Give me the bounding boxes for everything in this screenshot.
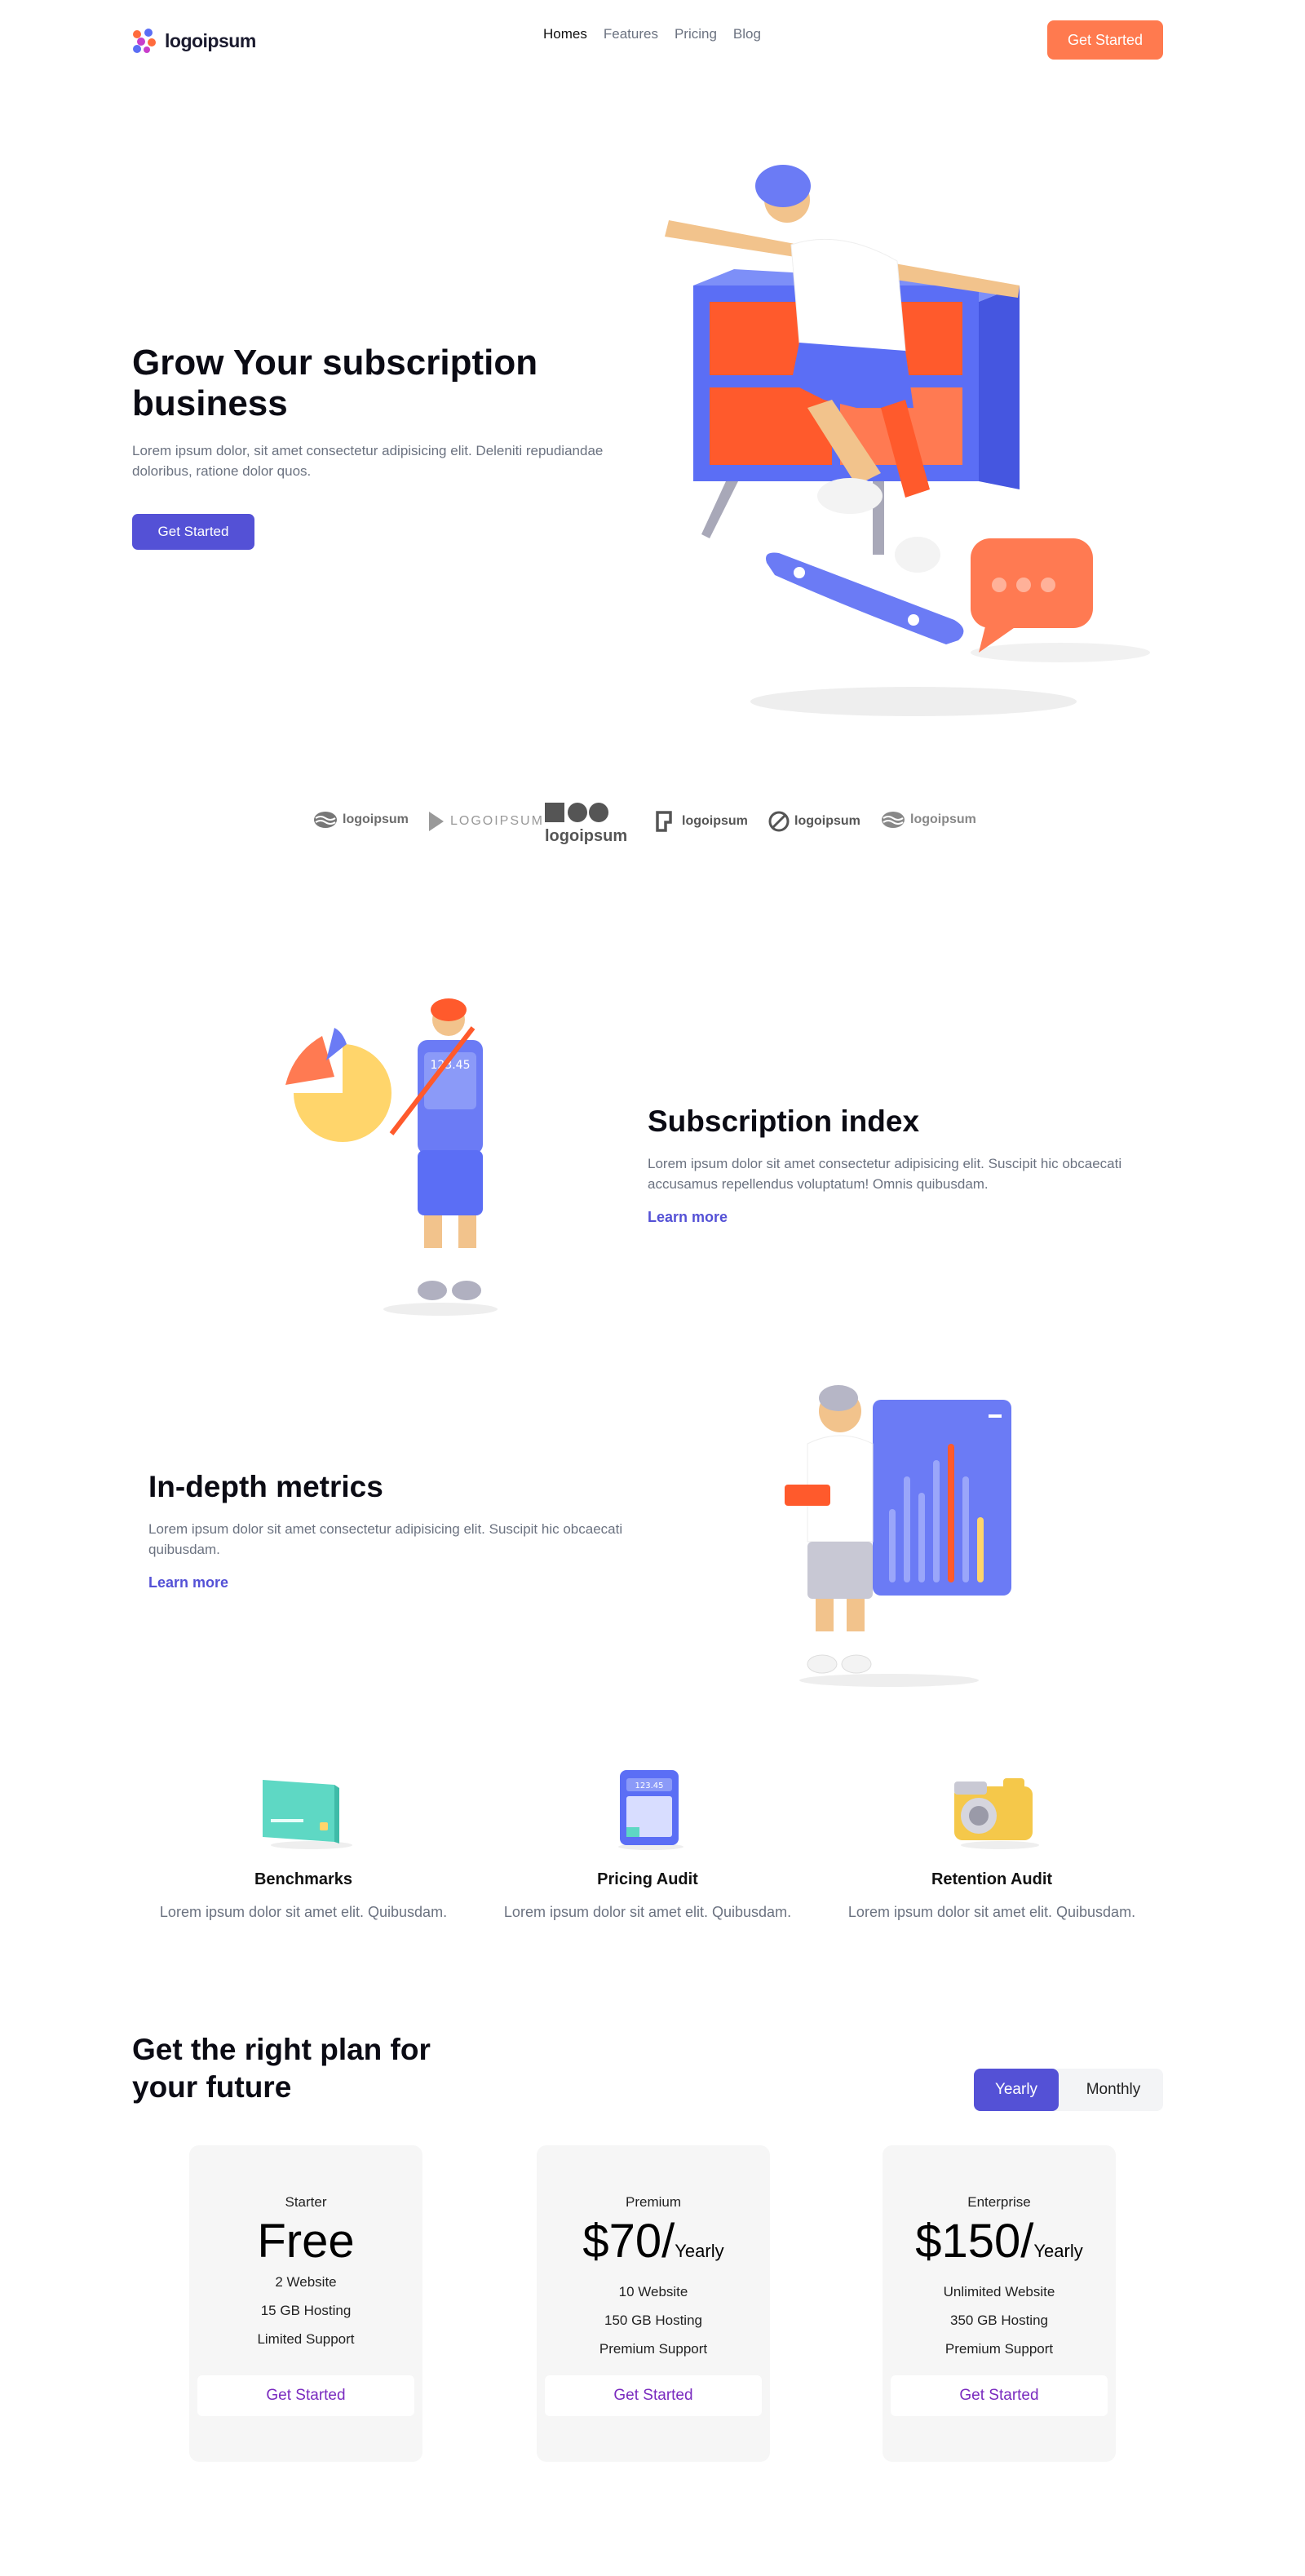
svg-text:123.45: 123.45	[635, 1782, 664, 1790]
hero-description: Lorem ipsum dolor, sit amet consectetur …	[132, 443, 604, 479]
circle-slash-icon	[768, 811, 790, 832]
mini-feature-pricing-audit: 123.45 Pricing Audit Lorem ipsum dolor s…	[476, 1770, 819, 1921]
plan-feature: 15 GB Hosting	[260, 2303, 352, 2318]
plan-feature: 2 Website	[275, 2274, 337, 2290]
plan-get-started-button[interactable]: Get Started	[197, 2375, 414, 2416]
logo-text: logoipsum	[165, 29, 256, 51]
feature-description-in-depth-metrics: Lorem ipsum dolor sit amet consectetur a…	[148, 1521, 623, 1557]
shapes-icon	[545, 803, 608, 822]
brand-logo-6-text: logoipsum	[910, 812, 976, 826]
feature-title-in-depth-metrics: In-depth metrics	[148, 1470, 383, 1503]
plan-feature: Limited Support	[257, 2331, 355, 2347]
plan-card-enterprise: Enterprise $150/Yearly Unlimited Website…	[883, 2145, 1116, 2462]
plan-price-period: Yearly	[675, 2241, 724, 2261]
skater-illustration	[665, 165, 1150, 716]
plan-get-started-button[interactable]: Get Started	[545, 2375, 762, 2416]
nav-link-features[interactable]: Features	[604, 26, 658, 42]
waves-icon	[314, 812, 337, 828]
plan-price: Free	[189, 2215, 422, 2268]
nav-link-blog[interactable]: Blog	[733, 26, 761, 42]
play-triangle-icon	[429, 812, 444, 831]
landing-page: logoipsum Homes Features Pricing Blog Ge…	[0, 0, 1305, 2576]
plan-price-value: Free	[257, 2215, 355, 2268]
brand-logo-1: logoipsum	[313, 811, 409, 829]
mini-feature-description: Lorem ipsum dolor sit amet elit. Quibusd…	[847, 1904, 1136, 1920]
toggle-monthly-button[interactable]: Monthly	[1064, 2069, 1163, 2111]
analyst-illustration: 123.45	[285, 998, 498, 1316]
plan-price: $150/Yearly	[883, 2215, 1116, 2277]
calculator-icon: 123.45	[618, 1770, 683, 1850]
nav-link-pricing[interactable]: Pricing	[675, 26, 717, 42]
brand-logo-2-text: LOGOIPSUM	[450, 814, 544, 828]
toggle-yearly-button[interactable]: Yearly	[974, 2069, 1059, 2111]
brand-logo-3-text: logoipsum	[545, 827, 628, 845]
top-nav: logoipsum Homes Features Pricing Blog Ge…	[130, 18, 1163, 62]
brand-logo-4-text: logoipsum	[682, 814, 748, 828]
pricing-title: Get the right plan for your future	[132, 2033, 431, 2104]
logo-mark-icon	[133, 29, 156, 53]
waves-icon	[882, 812, 905, 828]
mini-feature-description: Lorem ipsum dolor sit amet elit. Quibusd…	[503, 1904, 792, 1920]
mini-feature-retention-audit: Retention Audit Lorem ipsum dolor sit am…	[821, 1770, 1163, 1921]
nav-links: Homes Features Pricing Blog	[543, 26, 761, 42]
metrics-illustration	[785, 1385, 1011, 1687]
plan-card-starter: Starter Free 2 Website 15 GB Hosting Lim…	[189, 2145, 422, 2462]
mini-feature-title: Benchmarks	[254, 1870, 353, 1888]
plan-name: Premium	[625, 2194, 681, 2210]
brand-logo-5-text: logoipsum	[794, 814, 860, 828]
plan-price: $70/Yearly	[537, 2215, 770, 2277]
plan-feature: 150 GB Hosting	[604, 2313, 702, 2328]
plan-price-value: $150/	[915, 2215, 1034, 2268]
brand-logo-6: logoipsum	[881, 811, 976, 829]
brand-logo-2: LOGOIPSUM	[427, 811, 544, 832]
plan-card-premium: Premium $70/Yearly 10 Website 150 GB Hos…	[537, 2145, 770, 2462]
plan-feature: Premium Support	[599, 2341, 708, 2357]
plan-feature: 10 Website	[618, 2284, 688, 2299]
feature-description-subscription-index: Lorem ipsum dolor sit amet consectetur a…	[648, 1156, 1122, 1192]
feature-title-subscription-index: Subscription index	[648, 1104, 920, 1138]
nav-get-started-button[interactable]: Get Started	[1047, 20, 1163, 60]
plan-get-started-button[interactable]: Get Started	[891, 2375, 1108, 2416]
mini-feature-title: Retention Audit	[931, 1870, 1053, 1888]
plan-feature: Unlimited Website	[943, 2284, 1055, 2299]
mini-feature-benchmarks: Benchmarks Lorem ipsum dolor sit amet el…	[132, 1770, 475, 1921]
brand-logo-strip: logoipsum LOGOIPSUM logoipsum logoipsum	[313, 803, 998, 865]
camera-icon	[954, 1778, 1039, 1849]
hero-title: Grow Your subscription business	[132, 343, 538, 423]
plan-price-value: $70/	[582, 2215, 675, 2268]
plan-feature: Premium Support	[944, 2341, 1054, 2357]
brand-logo-1-text: logoipsum	[343, 812, 409, 826]
brand-logo[interactable]: logoipsum	[130, 28, 256, 54]
credit-card-icon	[263, 1780, 352, 1849]
plan-price-period: Yearly	[1033, 2241, 1083, 2261]
nav-link-homes[interactable]: Homes	[543, 26, 587, 42]
learn-more-link-subscription-index[interactable]: Learn more	[648, 1209, 728, 1226]
brand-logo-4: logoipsum	[656, 811, 748, 832]
mini-feature-title: Pricing Audit	[597, 1870, 698, 1888]
square-mark-icon	[656, 811, 672, 832]
learn-more-link-in-depth-metrics[interactable]: Learn more	[148, 1574, 228, 1591]
brand-logo-5: logoipsum	[768, 811, 860, 832]
billing-toggle: Yearly Monthly	[974, 2069, 1163, 2111]
hero-get-started-button[interactable]: Get Started	[132, 514, 254, 550]
plan-name: Enterprise	[967, 2194, 1031, 2210]
plan-name: Starter	[285, 2194, 327, 2210]
plan-feature: 350 GB Hosting	[949, 2313, 1048, 2328]
mini-feature-description: Lorem ipsum dolor sit amet elit. Quibusd…	[159, 1904, 448, 1920]
brand-logo-3: logoipsum	[545, 803, 627, 846]
